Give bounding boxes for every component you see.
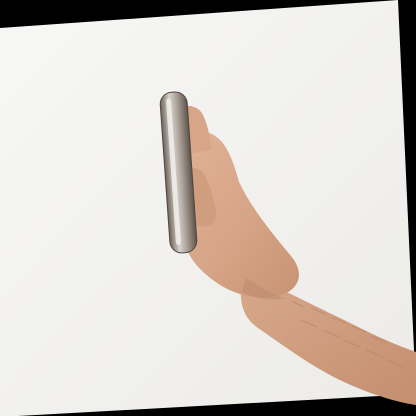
photo-canvas <box>0 0 416 416</box>
photo-stage <box>0 0 416 416</box>
